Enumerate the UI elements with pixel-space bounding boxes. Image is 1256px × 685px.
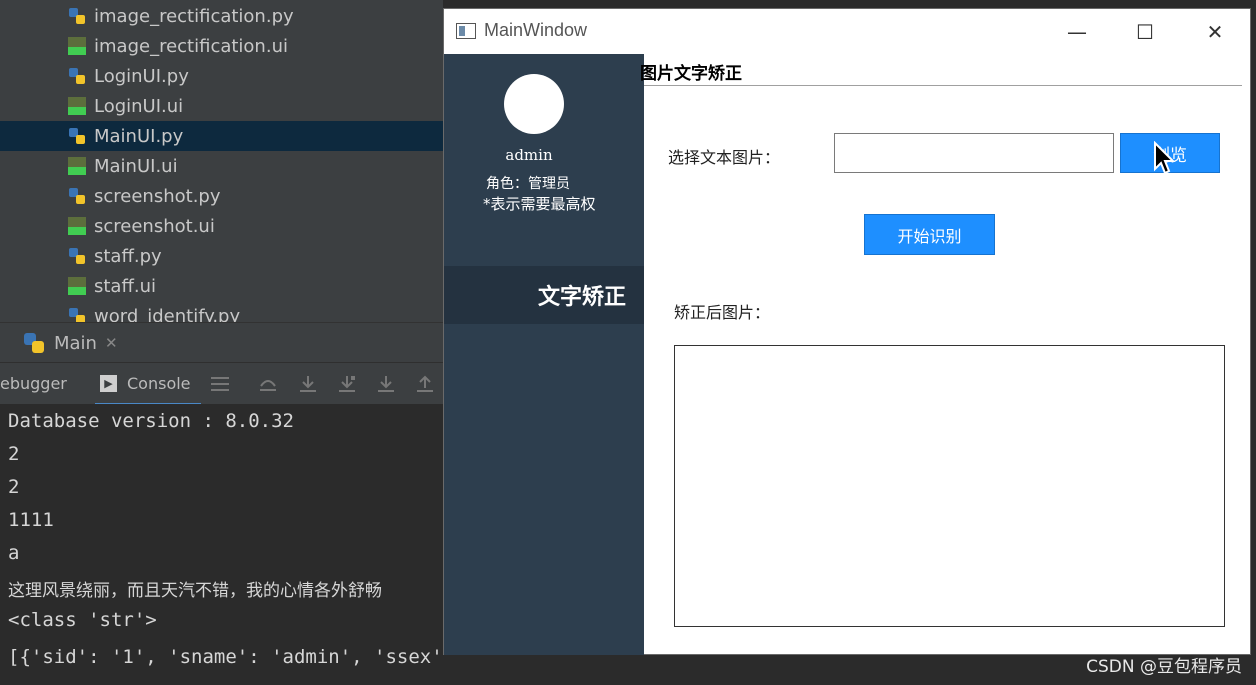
step-into-my-code-icon[interactable] (337, 374, 357, 394)
python-file-icon (69, 188, 85, 204)
tree-item-file[interactable]: staff.py (67, 241, 443, 271)
tree-item-label: staff.py (94, 245, 162, 267)
tree-item-file[interactable]: image_rectification.py (67, 1, 443, 31)
corrected-image-display (674, 345, 1225, 627)
tree-item-label: MainUI.py (94, 125, 184, 147)
python-file-icon (69, 68, 85, 84)
menu-icon[interactable] (210, 374, 230, 394)
divider (644, 85, 1242, 86)
tree-item-label: image_rectification.py (94, 5, 294, 27)
python-file-icon (69, 128, 85, 144)
console-line: 2 (8, 443, 20, 465)
tree-item-label: staff.ui (94, 275, 156, 297)
console-line: [{'sid': '1', 'sname': 'admin', 'ssex': … (8, 646, 443, 668)
console-line: 1111 (8, 509, 54, 531)
run-tab-bar: Main ✕ (0, 322, 443, 363)
watermark: CSDN @豆包程序员 (1086, 657, 1242, 677)
console-line: <class 'str'> (8, 609, 157, 631)
tree-item-label: LoginUI.ui (94, 95, 184, 117)
python-file-icon (69, 248, 85, 264)
permission-note: *表示需要最高权 (483, 195, 596, 213)
start-recognition-button[interactable]: 开始识别 (864, 214, 995, 255)
main-window: MainWindow — ☐ ✕ admin 角色：管理员 *表示需要最高权 文… (443, 8, 1251, 655)
tree-item-file[interactable]: LoginUI.py (67, 61, 443, 91)
avatar (504, 74, 564, 134)
qt-ui-file-icon (68, 277, 86, 295)
tree-item-label: LoginUI.py (94, 65, 189, 87)
close-icon[interactable]: ✕ (105, 334, 118, 352)
python-file-icon (69, 308, 85, 322)
tree-item-file[interactable]: MainUI.ui (67, 151, 443, 181)
maximize-button[interactable]: ☐ (1122, 9, 1168, 54)
tree-item-file[interactable]: LoginUI.ui (67, 91, 443, 121)
sidebar: admin 角色：管理员 *表示需要最高权 文字矫正 (444, 54, 644, 655)
console-line: Database version : 8.0.32 (8, 410, 294, 432)
window-app-icon (456, 23, 476, 39)
sidebar-item-label: 文字矫正 (537, 284, 626, 310)
sidebar-item-text-correction[interactable]: 文字矫正 (444, 266, 644, 324)
tree-item-label: screenshot.ui (94, 215, 215, 237)
console-output: Database version : 8.0.32 2 2 1111 a 这理风… (0, 404, 443, 685)
tab-console[interactable]: ▶ Console (100, 374, 191, 393)
qt-ui-file-icon (68, 37, 86, 55)
tree-item-file[interactable]: word_identify.py (67, 301, 443, 322)
step-over-icon[interactable] (258, 374, 278, 394)
tree-item-label: screenshot.py (94, 185, 221, 207)
tree-item-file[interactable]: screenshot.ui (67, 211, 443, 241)
qt-ui-file-icon (68, 97, 86, 115)
tree-item-label: MainUI.ui (94, 155, 178, 177)
python-icon (24, 333, 44, 353)
tree-item-file-selected[interactable]: MainUI.py (0, 121, 443, 151)
tree-item-file[interactable]: staff.ui (67, 271, 443, 301)
main-content: 图片文字矫正 选择文本图片： 浏览 开始识别 矫正后图片： (640, 54, 1250, 654)
user-role: 角色：管理员 (486, 176, 570, 192)
select-image-label: 选择文本图片： (668, 148, 781, 167)
console-line: 2 (8, 476, 20, 498)
mouse-cursor-icon (1154, 141, 1176, 175)
console-icon: ▶ (100, 375, 117, 392)
tree-item-label: image_rectification.ui (94, 35, 288, 57)
qt-ui-file-icon (68, 157, 86, 175)
window-title: MainWindow (484, 20, 588, 40)
minimize-button[interactable]: — (1054, 9, 1100, 54)
run-tab-label: Main (54, 332, 97, 354)
step-into-icon[interactable] (298, 374, 318, 394)
force-step-into-icon[interactable] (376, 374, 396, 394)
page-title: 图片文字矫正 (640, 64, 742, 84)
step-out-icon[interactable] (415, 374, 435, 394)
console-line: a (8, 542, 20, 564)
tree-item-file[interactable]: image_rectification.ui (67, 31, 443, 61)
run-toolbar: ebugger ▶ Console (0, 362, 443, 405)
username: admin (505, 146, 553, 164)
project-tree: image_rectification.py image_rectificati… (0, 0, 443, 322)
tree-item-file[interactable]: screenshot.py (67, 181, 443, 211)
python-file-icon (69, 8, 85, 24)
console-line: 这理风景绕丽，而且天汽不错，我的心情各外舒畅 (8, 581, 382, 601)
close-button[interactable]: ✕ (1192, 9, 1238, 54)
tree-item-label: word_identify.py (94, 305, 241, 323)
tab-console-label: Console (127, 374, 191, 393)
run-tab-main[interactable]: Main ✕ (22, 331, 118, 355)
corrected-image-label: 矫正后图片： (674, 303, 771, 322)
window-titlebar[interactable]: MainWindow — ☐ ✕ (444, 9, 1250, 54)
qt-ui-file-icon (68, 217, 86, 235)
tab-debugger[interactable]: ebugger (0, 374, 67, 393)
image-path-input[interactable] (834, 133, 1114, 173)
